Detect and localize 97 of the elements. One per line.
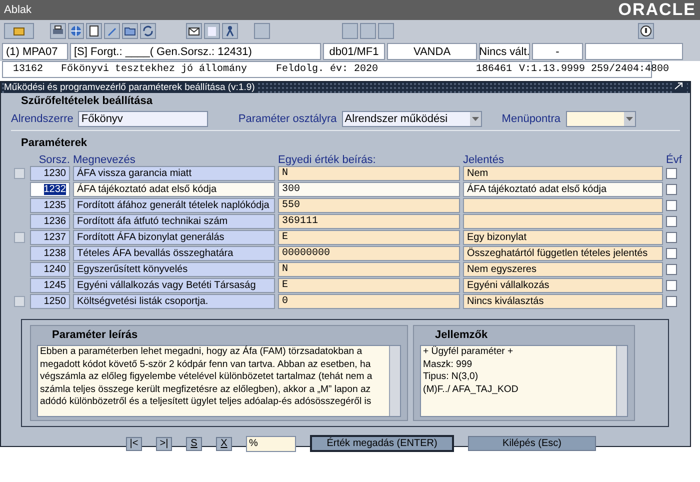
status-text: 259/2404:4800	[591, 64, 670, 75]
input-field[interactable]: N	[278, 262, 460, 277]
input-field[interactable]: 300	[278, 182, 460, 197]
checkbox[interactable]	[666, 264, 677, 275]
status-text: Feldolg. év: 2020	[276, 64, 380, 75]
table-cell: ÁFA vissza garancia miatt	[73, 166, 275, 181]
panel-title: Jellemzők	[434, 329, 489, 343]
input-field[interactable]: N	[278, 166, 460, 181]
table-cell: Egyéni vállalkozás	[463, 278, 663, 293]
scrollbar[interactable]	[616, 346, 627, 416]
table-cell: Költségvetési listák csoportja.	[73, 294, 275, 309]
property-line: Maszk: 999	[423, 358, 474, 372]
table-cell: Fordított ÁFA bizonylat generálás	[73, 230, 275, 245]
input-field[interactable]: Főkönyv	[78, 111, 208, 127]
table-cell: 1232	[30, 182, 70, 197]
column-header: Egyedi érték beírás:	[278, 154, 377, 166]
nav-button[interactable]: >|	[156, 436, 172, 450]
caret-icon	[624, 112, 635, 126]
nav-button[interactable]: |<	[126, 436, 142, 450]
input-field[interactable]: 00000000	[278, 246, 460, 261]
window-title: Működési és programvezérlő paraméterek beállítása (v:1.9)	[4, 82, 258, 93]
input-field[interactable]: E	[278, 278, 460, 293]
table-cell: Egy bizonylat	[463, 230, 663, 245]
field-label: Paraméter osztályra	[238, 113, 337, 125]
table-cell: Tételes ÁFA bevallás összeghatára	[73, 246, 275, 261]
checkbox[interactable]	[666, 248, 677, 259]
printer-icon[interactable]	[50, 23, 66, 39]
section-title: Szűrőfeltételek beállítása	[20, 95, 154, 108]
document-icon[interactable]	[86, 23, 102, 39]
info-cell: VANDA	[387, 43, 477, 60]
column-header: Megnevezés	[73, 154, 136, 166]
table-cell: Fordított áfához generált tételek naplókódja	[73, 198, 275, 213]
table-cell: Egyéni vállalkozás vagy Betéti Társaság	[73, 278, 275, 293]
nav-button[interactable]: S	[186, 436, 202, 450]
checkbox[interactable]	[666, 184, 677, 195]
folder-icon[interactable]	[122, 23, 138, 39]
table-cell: Nem	[463, 166, 663, 181]
status-text: V:1.13.9999	[519, 64, 586, 75]
logo: ORACLE	[618, 0, 696, 20]
info-cell: Nincs vált.	[479, 43, 530, 60]
info-cell: (1) MPA07	[2, 43, 68, 60]
description-text: Ebben a paraméterben lehet megadni, hogy az Áfa (FAM) törzsadatokban a megadott kódot követő 5-ször 2 kódpár fenn van tartva. Abban az esetben, ha végszámla az előleg figyelembe vételével különbözetet tartalmaz (tehát nem a számla teljes összege került megfizetésre az előlegben), akkor a „M” lapon az adódó különbözetről és a teljesített ügylet teljes adóalap-és adósösszegéről is	[39, 346, 374, 410]
info-cell: -	[532, 43, 583, 60]
envelope-icon[interactable]	[186, 23, 202, 39]
table-cell: Nincs kiválasztás	[463, 294, 663, 309]
table-cell: 1240	[30, 262, 70, 277]
field-label: Alrendszerre	[11, 113, 74, 125]
panel-title: Paraméter leírás	[51, 329, 139, 343]
checkbox[interactable]	[666, 280, 677, 291]
section-title: Paraméterek	[20, 137, 88, 150]
action-button[interactable]: Érték megadás (ENTER)	[310, 435, 454, 452]
table-cell: 1230	[30, 166, 70, 181]
refresh-icon[interactable]	[140, 23, 156, 39]
table-cell: 1250	[30, 294, 70, 309]
status-text: 13162 Főkönyvi tesztekhez jó állomány	[13, 64, 248, 75]
property-line: + Ügyfél paraméter +	[423, 346, 514, 359]
resize-icon[interactable]	[674, 82, 687, 93]
globe-icon[interactable]	[68, 23, 84, 39]
input-field[interactable]: E	[278, 230, 460, 245]
checkbox[interactable]	[666, 168, 677, 179]
table-cell: 1235	[30, 198, 70, 213]
menu-item[interactable]: Ablak	[4, 4, 32, 16]
table-cell: Összeghatártól független tételes jelentés	[463, 246, 663, 261]
column-header: Sorsz.	[38, 154, 70, 166]
help-icon[interactable]	[638, 23, 654, 39]
table-cell: 1236	[30, 214, 70, 229]
table-cell: ÁFA tájékoztató adat első kódja	[463, 182, 663, 197]
query-field[interactable]: %	[246, 436, 296, 452]
dropdown[interactable]	[566, 111, 636, 127]
person-icon[interactable]	[222, 23, 238, 39]
checkbox[interactable]	[666, 216, 677, 227]
table-cell: Fordított áfa átfutó technikai szám	[73, 214, 275, 229]
table-cell: ÁFA tájékoztató adat első kódja	[73, 182, 275, 197]
table-cell: 1237	[30, 230, 70, 245]
info-cell: [S] Forgt.: ____( Gen.Sorsz.: 12431)	[70, 43, 321, 60]
field-label: Menüpontra	[502, 113, 561, 125]
input-field[interactable]: 0	[278, 294, 460, 309]
table-cell: 1238	[30, 246, 70, 261]
table-cell: 1245	[30, 278, 70, 293]
property-line: Tipus: N(3,0)	[423, 371, 480, 384]
table-cell: Egyszerűsített könyvelés	[73, 262, 275, 277]
scroll-thumb[interactable]	[14, 232, 24, 243]
input-field[interactable]: 550	[278, 198, 460, 213]
status-text: 186461	[476, 64, 514, 75]
info-cell: db01/MF1	[323, 43, 385, 60]
property-line: (M)F../ AFA_TAJ_KOD	[423, 384, 520, 396]
nav-button[interactable]: X	[216, 436, 232, 450]
table-cell: Nem egyszeres	[463, 262, 663, 277]
checkbox[interactable]	[666, 232, 677, 243]
checkbox[interactable]	[666, 296, 677, 307]
dropdown[interactable]: Alrendszer működési	[342, 111, 482, 127]
checkbox[interactable]	[666, 200, 677, 211]
scrollbar[interactable]	[389, 346, 400, 416]
column-header: Jelentés	[463, 154, 505, 166]
input-field[interactable]: 369111	[278, 214, 460, 229]
action-button[interactable]: Kilépés (Esc)	[468, 436, 596, 451]
caret-icon	[470, 112, 481, 126]
